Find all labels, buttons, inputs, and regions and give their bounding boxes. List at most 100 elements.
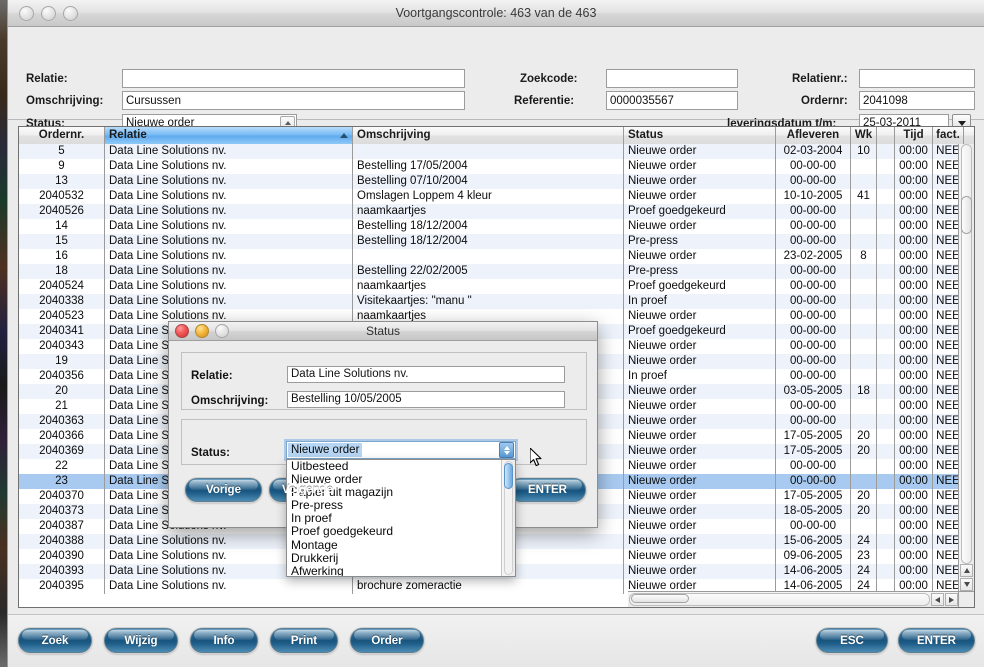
column-header-wk[interactable]: Wk bbox=[851, 127, 877, 144]
scrollbar-corner bbox=[958, 591, 974, 607]
hscroll-left-arrow-icon[interactable] bbox=[931, 593, 944, 606]
cell-relatie: Data Line Solutions nv. bbox=[105, 189, 353, 204]
info-button[interactable]: Info bbox=[190, 628, 258, 653]
table-row[interactable]: 9 Data Line Solutions nv. Bestelling 17/05… bbox=[19, 159, 974, 174]
zoekcode-input[interactable] bbox=[606, 69, 738, 88]
desktop-background-edge bbox=[0, 0, 7, 667]
cell-ordernr: 2040526 bbox=[19, 204, 105, 219]
table-row[interactable]: 2040532 Data Line Solutions nv. Omslagen L… bbox=[19, 189, 974, 204]
dialog-relatie-field[interactable]: Data Line Solutions nv. bbox=[287, 366, 565, 383]
vscroll-up-arrow-icon[interactable] bbox=[960, 564, 973, 577]
dropdown-option[interactable]: Montage bbox=[287, 538, 515, 552]
column-header-tijd[interactable]: Tijd bbox=[895, 127, 933, 144]
cell-wk: 20 bbox=[851, 429, 877, 444]
table-row[interactable]: 13 Data Line Solutions nv. Bestelling 07/1… bbox=[19, 174, 974, 189]
cell-tijd: 00:00 bbox=[895, 399, 933, 414]
cell-tijd: 00:00 bbox=[895, 354, 933, 369]
dropdown-option[interactable]: Drukkerij bbox=[287, 551, 515, 565]
cell-omschrijving: Bestelling 07/10/2004 bbox=[353, 174, 624, 189]
dialog-status-combobox[interactable]: Nieuwe order bbox=[286, 441, 516, 459]
cell-omschrijving bbox=[353, 249, 624, 264]
cell-ordernr: 2040363 bbox=[19, 414, 105, 429]
hscroll-right-arrow-icon[interactable] bbox=[945, 593, 958, 606]
cell-status: Proef goedgekeurd bbox=[624, 279, 776, 294]
dialog-omschrijving-field[interactable]: Bestelling 10/05/2005 bbox=[287, 391, 565, 408]
cell-wk bbox=[851, 204, 877, 219]
cell-ordernr: 14 bbox=[19, 219, 105, 234]
cell-wk bbox=[851, 234, 877, 249]
cell-status: Nieuwe order bbox=[624, 219, 776, 234]
table-row[interactable]: 2040338 Data Line Solutions nv. Visitekaar… bbox=[19, 294, 974, 309]
cell-ordernr: 18 bbox=[19, 264, 105, 279]
omschrijving-input[interactable] bbox=[122, 91, 465, 110]
cell-wk bbox=[851, 474, 877, 489]
hscroll-thumb[interactable] bbox=[631, 594, 689, 603]
zoom-window-button[interactable] bbox=[63, 5, 78, 21]
status-dropdown-list[interactable]: Uitbesteed Nieuwe order Papier uit magazij… bbox=[286, 459, 516, 577]
cell-ordernr: 2040388 bbox=[19, 534, 105, 549]
cell-blank bbox=[877, 564, 895, 579]
mouse-cursor bbox=[530, 448, 542, 467]
table-row[interactable]: 5 Data Line Solutions nv. Nieuwe order 02-0… bbox=[19, 144, 974, 159]
dropdown-scroll-thumb[interactable] bbox=[504, 463, 513, 489]
column-header-omschrijving[interactable]: Omschrijving bbox=[353, 127, 624, 144]
referentie-input[interactable] bbox=[606, 91, 738, 110]
cell-status: Nieuwe order bbox=[624, 354, 776, 369]
cell-status: Nieuwe order bbox=[624, 159, 776, 174]
enter-button[interactable]: ENTER bbox=[898, 628, 975, 653]
relatie-input[interactable] bbox=[122, 69, 465, 88]
vscroll-thumb[interactable] bbox=[961, 196, 972, 234]
dialog-enter-button[interactable]: ENTER bbox=[509, 478, 586, 502]
cell-afleveren: 14-06-2005 bbox=[776, 564, 851, 579]
close-window-button[interactable] bbox=[19, 5, 34, 21]
table-row[interactable]: 2040526 Data Line Solutions nv. naamkaartj… bbox=[19, 204, 974, 219]
cell-afleveren: 00-00-00 bbox=[776, 234, 851, 249]
column-header-ordernr[interactable]: Ordernr. bbox=[19, 127, 105, 144]
dialog-status-stepper-icon[interactable] bbox=[499, 442, 514, 458]
cell-ordernr: 20 bbox=[19, 384, 105, 399]
cell-ordernr: 16 bbox=[19, 249, 105, 264]
ordernr-input[interactable] bbox=[859, 91, 975, 110]
dialog-omschrijving-value: Bestelling 10/05/2005 bbox=[291, 393, 402, 405]
cell-afleveren: 00-00-00 bbox=[776, 264, 851, 279]
column-header-fact[interactable]: fact. bbox=[933, 127, 964, 144]
cell-relatie: Data Line Solutions nv. bbox=[105, 279, 353, 294]
table-horizontal-scrollbar[interactable] bbox=[628, 591, 959, 607]
table-row[interactable]: 18 Data Line Solutions nv. Bestelling 22/0… bbox=[19, 264, 974, 279]
table-row[interactable]: 2040524 Data Line Solutions nv. naamkaartj… bbox=[19, 279, 974, 294]
dialog-close-button[interactable] bbox=[175, 324, 189, 338]
dropdown-scrollbar[interactable] bbox=[501, 460, 515, 576]
zoekcode-label: Zoekcode: bbox=[520, 73, 578, 85]
table-row[interactable]: 15 Data Line Solutions nv. Bestelling 18/1… bbox=[19, 234, 974, 249]
cell-status: In proef bbox=[624, 294, 776, 309]
cell-blank bbox=[877, 414, 895, 429]
dropdown-option[interactable]: Afwerking bbox=[287, 564, 515, 576]
vscroll-down-arrow-icon[interactable] bbox=[960, 578, 973, 591]
table-row[interactable]: 14 Data Line Solutions nv. Bestelling 18/1… bbox=[19, 219, 974, 234]
column-header-afleveren[interactable]: Afleveren bbox=[776, 127, 851, 144]
dropdown-option[interactable]: Proef goedgekeurd bbox=[287, 525, 515, 538]
table-row[interactable]: 16 Data Line Solutions nv. Nieuwe order 23-… bbox=[19, 249, 974, 264]
column-header-status[interactable]: Status bbox=[624, 127, 776, 144]
esc-button[interactable]: ESC bbox=[816, 628, 888, 653]
cell-tijd: 00:00 bbox=[895, 564, 933, 579]
column-header-blank[interactable] bbox=[877, 127, 895, 144]
dialog-zoom-button[interactable] bbox=[215, 324, 229, 338]
column-header-relatie[interactable]: Relatie bbox=[105, 127, 353, 144]
wijzig-button[interactable]: Wijzig bbox=[104, 628, 178, 653]
cell-blank bbox=[877, 429, 895, 444]
cell-ordernr: 15 bbox=[19, 234, 105, 249]
column-header-label: Ordernr. bbox=[38, 129, 85, 141]
relatienr-input[interactable] bbox=[859, 69, 975, 88]
zoek-button[interactable]: Zoek bbox=[18, 628, 92, 653]
dialog-minimize-button[interactable] bbox=[195, 324, 209, 338]
cell-ordernr: 2040532 bbox=[19, 189, 105, 204]
vorige-button[interactable]: Vorige bbox=[185, 478, 262, 502]
cell-wk bbox=[851, 219, 877, 234]
order-button[interactable]: Order bbox=[350, 628, 424, 653]
minimize-window-button[interactable] bbox=[41, 5, 56, 21]
cell-blank bbox=[877, 204, 895, 219]
print-button[interactable]: Print bbox=[270, 628, 338, 653]
window-title: Voortgangscontrole: 463 van de 463 bbox=[395, 6, 597, 20]
table-vertical-scrollbar[interactable] bbox=[958, 144, 974, 592]
